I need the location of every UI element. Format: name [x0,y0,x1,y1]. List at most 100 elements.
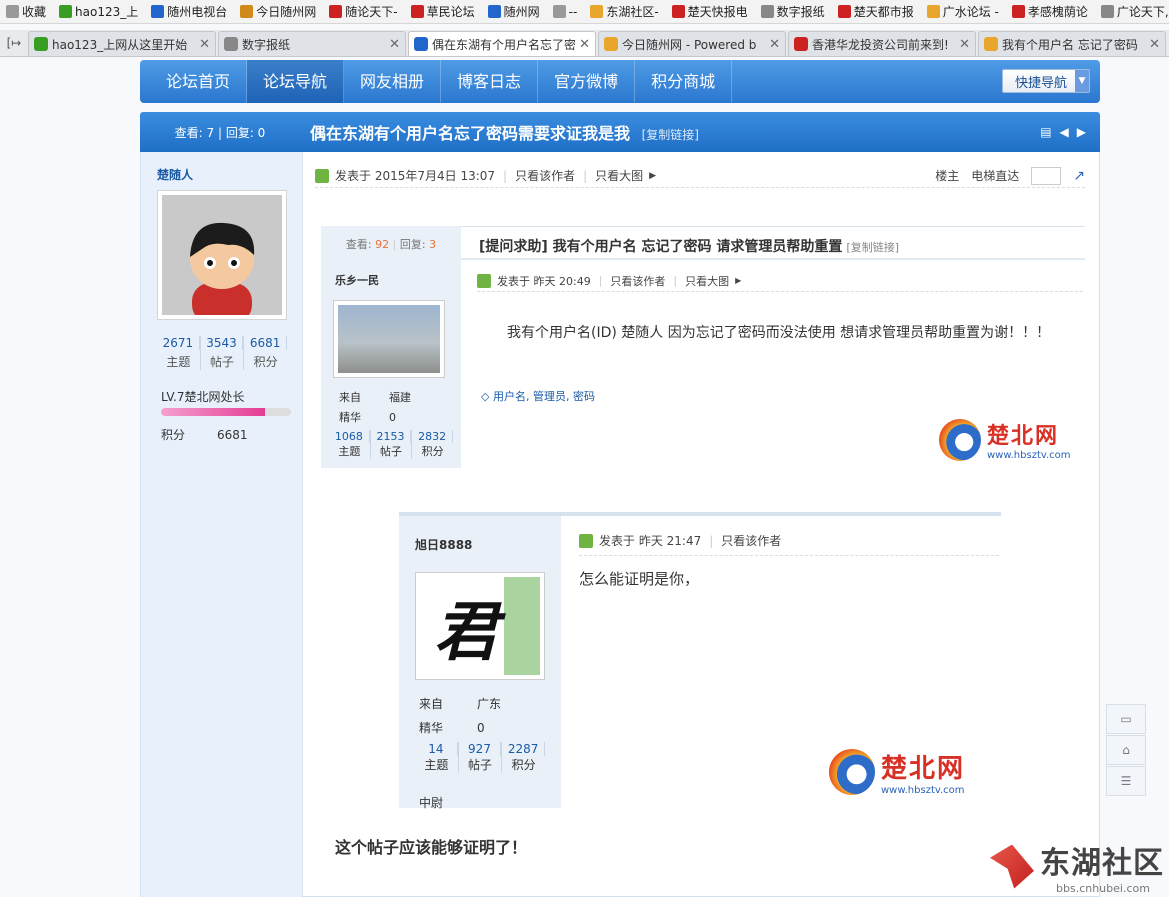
from-value: 广东 [477,697,502,711]
browser-tab[interactable]: 香港华龙投资公司前来到! ✕ [788,31,976,56]
browser-tab[interactable]: 今日随州网 - Powered b ✕ [598,31,786,56]
nav-weibo[interactable]: 官方微博 [538,60,636,103]
bookmark-item[interactable]: 楚天都市报 [832,3,921,20]
author-stats: 2671 主题 3543 帖子 6681 积分 [157,336,288,370]
views-count: 92 [375,238,390,251]
bookmark-item[interactable]: 今日随州网 [234,3,323,20]
post-content: 发表于 2015年7月4日 13:07 | 只看该作者 | 只看大图 ▶ 楼主 … [303,152,1099,897]
bookmark-item[interactable]: 草民论坛 [405,3,482,20]
thread-title: 偶在东湖有个用户名忘了密码需要求证我是我 [复制链接] [310,120,699,144]
thread-title-text: 偶在东湖有个用户名忘了密码需要求证我是我 [310,124,631,143]
embedded-post: 查看: 92 | 回复: 3 乐乡一民 来自 福建 精华 0 1068 主题 2153… [321,226,1085,468]
author-points[interactable]: 6681 积分 [244,336,288,370]
copy-link[interactable]: [复制链接] [642,128,699,142]
bookmark-item[interactable]: 数字报纸 [755,3,832,20]
bookmark-item[interactable]: 随州网 [482,3,547,20]
avatar-image [162,195,282,323]
bookmark-item[interactable]: 广论天下, [1095,3,1169,20]
replies-label: 回复: [399,238,426,251]
embedded-post-avatar [333,300,445,378]
comment-icon[interactable]: ▭ [1106,704,1146,734]
tab-favicon-icon [984,37,998,51]
bookmark-item[interactable]: 东湖社区- [584,3,665,20]
bookmark-item[interactable]: hao123_上 [53,3,145,20]
bookmark-item[interactable]: 收藏 [0,3,53,20]
author-posts-count: 3543 [201,336,244,350]
essence-label: 精华 [339,411,361,424]
close-icon[interactable]: ✕ [1149,37,1160,52]
bookmarks-bar: 收藏 hao123_上 随州电视台 今日随州网 随论天下- 草民论坛 随州网 -- 东湖社区- 楚… [0,0,1169,24]
print-icon[interactable]: ▤ [1040,125,1051,139]
bookmark-item[interactable]: 孝感槐荫论 [1006,3,1095,20]
post-header: 发表于 2015年7月4日 13:07 | 只看该作者 | 只看大图 ▶ 楼主 … [315,164,1085,188]
big-image-link[interactable]: 只看大图 [595,167,643,184]
bookmark-item[interactable]: 楚天快报电 [666,3,755,20]
bookmark-item[interactable]: 随论天下- [323,3,404,20]
bookmark-icon [1011,5,1025,18]
author-posts[interactable]: 3543 帖子 [201,336,245,370]
bookmark-label: 楚天快报电 [687,5,748,19]
nav-points-mall[interactable]: 积分商城 [635,60,733,103]
embedded-reply-avatar: 君 [415,572,545,680]
avatar[interactable] [157,190,287,323]
bookmark-icon [671,5,685,18]
watermark-logo [990,844,1034,889]
nav-forum-home[interactable]: 论坛首页 [150,60,248,103]
browser-tab[interactable]: hao123_上网从这里开始 ✕ [28,31,216,56]
bookmark-icon [487,5,501,18]
author-topics-label: 主题 [166,355,191,369]
emb-points-count: 2832 [412,430,454,443]
tab-back-icon[interactable]: [↦ [0,29,28,56]
bookmark-label: 广水论坛 - [942,5,999,19]
floating-toolbar: ▭ ⌂ ☰ [1106,704,1148,796]
close-icon[interactable]: ✕ [389,37,400,52]
nav-blogs[interactable]: 博客日志 [441,60,539,103]
tab-bar: [↦ hao123_上网从这里开始 ✕ 数字报纸 ✕ 偶在东湖有个用户名忘了密 ✕ 今日随州… [0,30,1169,57]
browser-tab[interactable]: 数字报纸 ✕ [218,31,406,56]
watermark: 东湖社区 bbs.cnhubei.com [990,838,1164,895]
bookmark-label: hao123_上 [75,5,139,19]
site-logo-url: www.hbsztv.com [987,450,1071,461]
embedded-reply-user-stats: 14 主题 927 帖子 2287 积分 [415,742,546,773]
quick-nav-label: 快捷导航 [1015,75,1068,91]
site-logo-url: www.hbsztv.com [881,785,965,796]
go-arrow-icon[interactable]: ↗ [1073,168,1085,184]
bookmark-icon [329,5,343,18]
floor-label: 楼主 [935,169,960,183]
emb-posts-count: 2153 [371,430,412,443]
close-icon[interactable]: ✕ [769,37,780,52]
forum-nav: 论坛首页 论坛导航 网友相册 博客日志 官方微博 积分商城 快捷导航 ▼ [140,60,1100,103]
list-icon[interactable]: ☰ [1106,766,1146,796]
bookmark-item[interactable]: 广水论坛 - [921,3,1006,20]
author-name[interactable]: 楚随人 [157,166,193,183]
embedded-reply-body: 怎么能证明是你， [579,570,700,588]
bookmark-icon [837,5,851,18]
close-icon[interactable]: ✕ [959,37,970,52]
browser-tab[interactable]: 我有个用户名 忘记了密码 ✕ [978,31,1166,56]
essence-label: 精华 [419,721,444,735]
embedded-post-sidebar: 查看: 92 | 回复: 3 乐乡一民 来自 福建 精华 0 1068 主题 2153… [321,226,461,468]
emb-topics-label: 主题 [338,445,361,458]
tab-title: 我有个用户名 忘记了密码 [1002,37,1138,52]
author-sidebar: 楚随人 2671 主题 3543 帖子 6681 积分 LV.7楚北网处长 积分 668… [141,152,303,897]
site-logo: 楚北网 www.hbsztv.com [939,418,1071,461]
tab-title: 香港华龙投资公司前来到! [812,37,949,52]
only-author-link[interactable]: 只看该作者 [515,167,575,184]
bookmark-label: 楚天都市报 [853,5,914,19]
prev-thread-icon[interactable]: ◀ [1060,125,1069,139]
close-icon[interactable]: ✕ [199,37,210,52]
back-to-top-icon[interactable]: ⌂ [1106,735,1146,765]
next-thread-icon[interactable]: ▶ [1077,125,1086,139]
elevator-input[interactable] [1031,166,1062,185]
bookmark-icon [151,5,165,18]
bookmark-item[interactable]: -- [547,5,585,19]
browser-tab[interactable]: 偶在东湖有个用户名忘了密 ✕ [408,31,596,56]
nav-forum-guide[interactable]: 论坛导航 [247,60,345,103]
quick-nav-button[interactable]: 快捷导航 ▼ [1002,69,1090,93]
embedded-post-user: 乐乡一民 [335,274,379,287]
author-topics[interactable]: 2671 主题 [157,336,201,370]
nav-albums[interactable]: 网友相册 [344,60,442,103]
rep-topics-label: 主题 [424,758,449,772]
close-icon[interactable]: ✕ [579,37,590,52]
bookmark-item[interactable]: 随州电视台 [145,3,234,20]
